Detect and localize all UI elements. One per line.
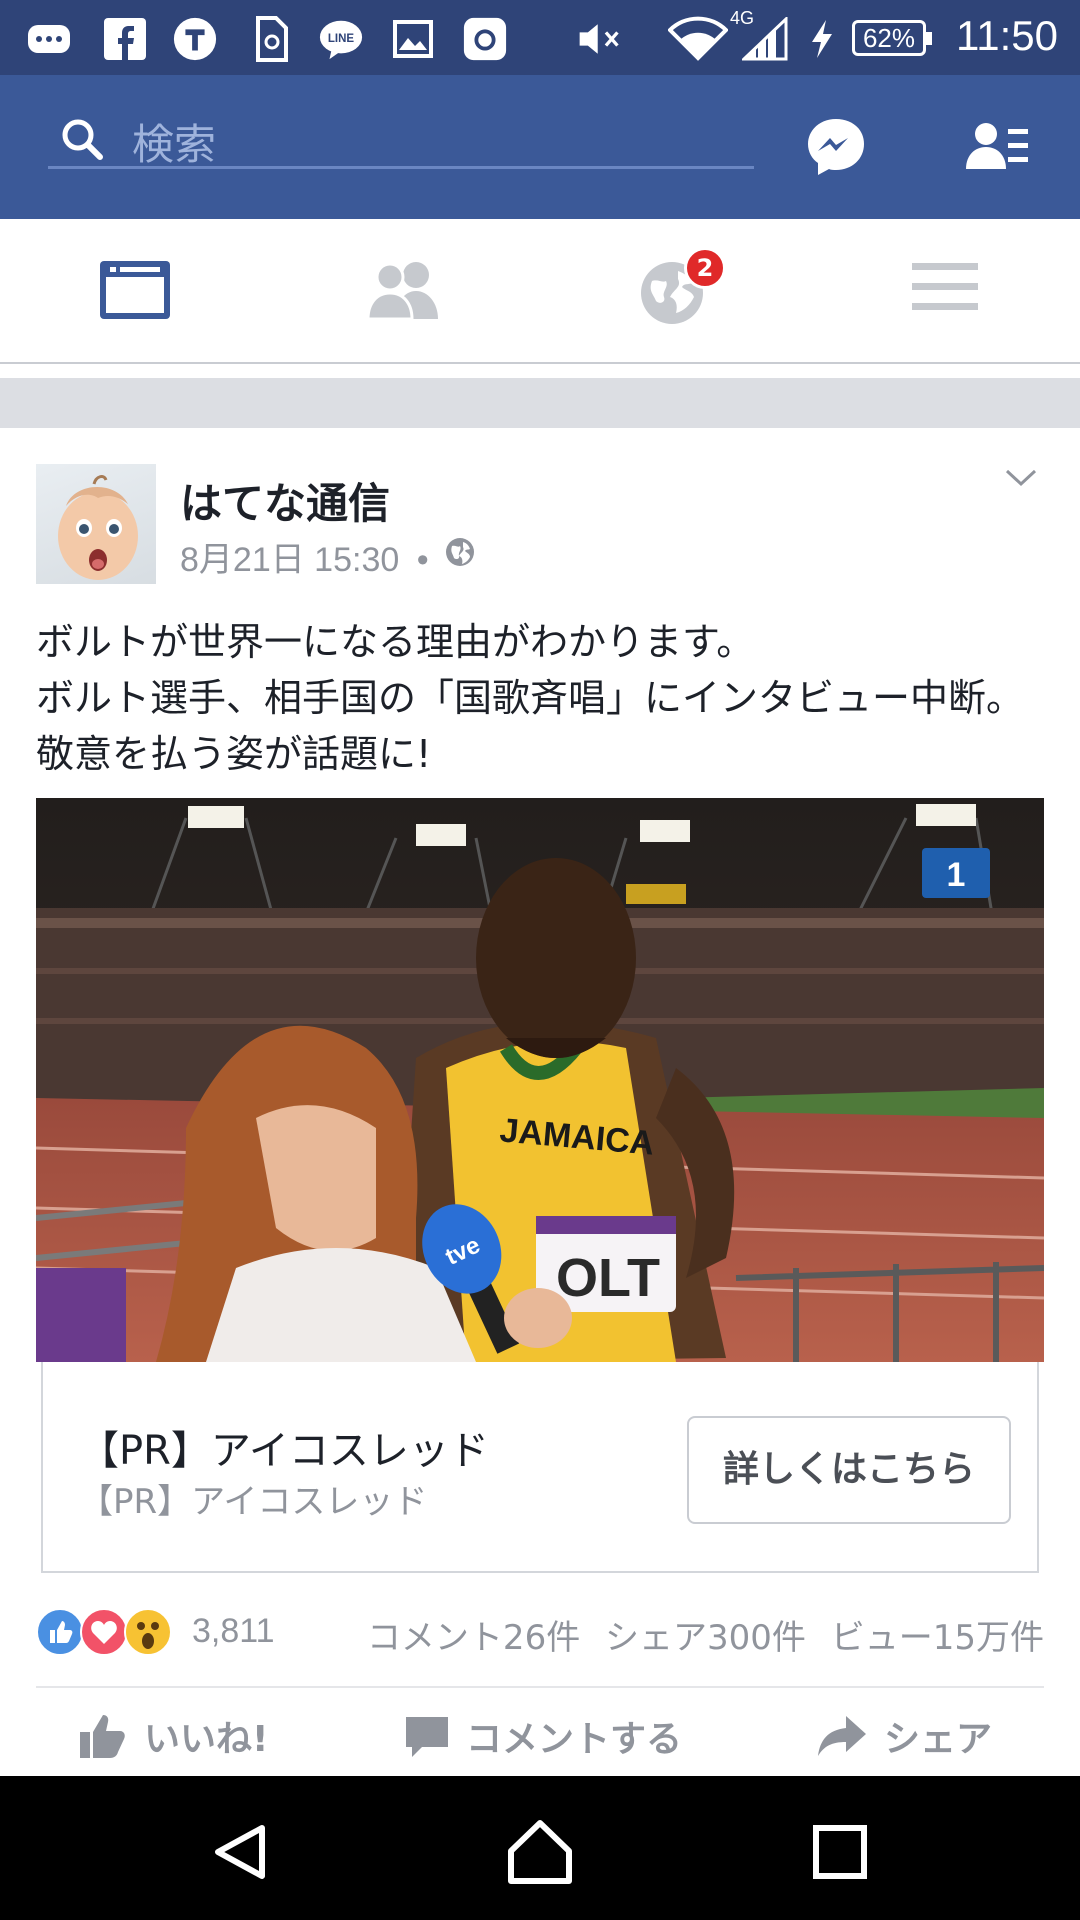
meta-separator: • <box>416 541 429 579</box>
image-icon <box>390 16 436 62</box>
link-card-subtitle: 【PR】アイコスレッド <box>79 1482 428 1522</box>
view-count: ビュー15万件 <box>830 1618 1044 1658</box>
share-label: シェア <box>884 1719 993 1760</box>
home-icon[interactable] <box>500 1812 580 1892</box>
post-options-chevron-icon[interactable] <box>1004 466 1038 494</box>
hamburger-icon <box>912 263 978 310</box>
signal-icon <box>742 16 788 62</box>
back-icon[interactable] <box>200 1812 280 1892</box>
tab-menu[interactable] <box>910 259 990 329</box>
search-header: 検索 <box>0 75 1080 219</box>
tab-news-feed[interactable] <box>98 259 178 329</box>
clock: 11:50 <box>956 12 1058 59</box>
like-reaction-icon <box>36 1608 84 1656</box>
tab-bar: 2 <box>0 219 1080 364</box>
status-bar: LINE 4G 62% 11:50 <box>0 0 1080 75</box>
post-stats: コメント26件 シェア300件 ビュー15万件 <box>367 1610 1044 1659</box>
comment-label: コメントする <box>466 1719 683 1760</box>
post-meta: 8月21日 15:30 • <box>180 532 429 581</box>
link-card-title: 【PR】アイコスレッド <box>79 1428 489 1474</box>
bib-text: OLT <box>556 1248 660 1308</box>
feed-icon <box>100 261 170 319</box>
messenger-icon[interactable] <box>804 115 868 183</box>
search-input[interactable]: 検索 <box>48 105 754 169</box>
post-image[interactable]: 1 JAMAICA OLT tve <box>36 798 1044 1362</box>
notification-badge: 2 <box>684 247 726 289</box>
chat-bubble-icon <box>26 16 72 62</box>
facebook-icon <box>102 16 148 62</box>
android-nav-bar <box>0 1776 1080 1920</box>
t-app-icon <box>172 16 218 62</box>
share-button[interactable]: シェア <box>816 1708 992 1764</box>
avatar[interactable] <box>36 464 156 584</box>
post-timestamp[interactable]: 8月21日 15:30 <box>180 541 399 579</box>
instagram-icon <box>462 16 508 62</box>
recent-apps-icon[interactable] <box>800 1812 880 1892</box>
feed-separator <box>0 378 1080 428</box>
share-arrow-icon <box>818 1716 866 1756</box>
post-text: ボルトが世界一になる理由がわかります。 ボルト選手、相手国の「国歌斉唱」にインタ… <box>36 620 1025 776</box>
svg-text:LINE: LINE <box>328 33 355 45</box>
love-reaction-icon <box>80 1608 128 1656</box>
actions-divider <box>36 1686 1044 1688</box>
reaction-count[interactable]: 3,811 <box>192 1612 275 1651</box>
learn-more-button[interactable]: 詳しくはこちら <box>687 1416 1011 1524</box>
friend-requests-icon[interactable] <box>966 121 1030 175</box>
public-globe-icon <box>444 536 476 572</box>
line-icon: LINE <box>318 16 364 62</box>
search-icon <box>60 117 104 165</box>
sim-icon <box>248 16 294 62</box>
comment-icon <box>406 1717 448 1757</box>
mute-icon <box>578 16 624 62</box>
link-card[interactable]: 【PR】アイコスレッド 【PR】アイコスレッド 詳しくはこちら <box>41 1362 1039 1573</box>
search-placeholder: 検索 <box>132 120 217 169</box>
wifi-icon <box>668 16 728 62</box>
scoreboard-number: 1 <box>947 856 966 894</box>
tab-friends[interactable] <box>366 259 446 329</box>
charging-icon <box>806 16 838 62</box>
post-author[interactable]: はてな通信 <box>180 470 390 531</box>
comment-button[interactable]: コメントする <box>404 1708 682 1764</box>
like-label: いいね! <box>144 1719 269 1760</box>
thumbs-up-icon <box>80 1715 125 1758</box>
comment-count[interactable]: コメント26件 <box>367 1618 580 1658</box>
battery-indicator: 62% <box>852 20 932 56</box>
friends-icon <box>366 262 438 321</box>
like-button[interactable]: いいね! <box>78 1708 268 1764</box>
wow-reaction-icon <box>124 1608 172 1656</box>
share-count[interactable]: シェア300件 <box>605 1618 806 1658</box>
